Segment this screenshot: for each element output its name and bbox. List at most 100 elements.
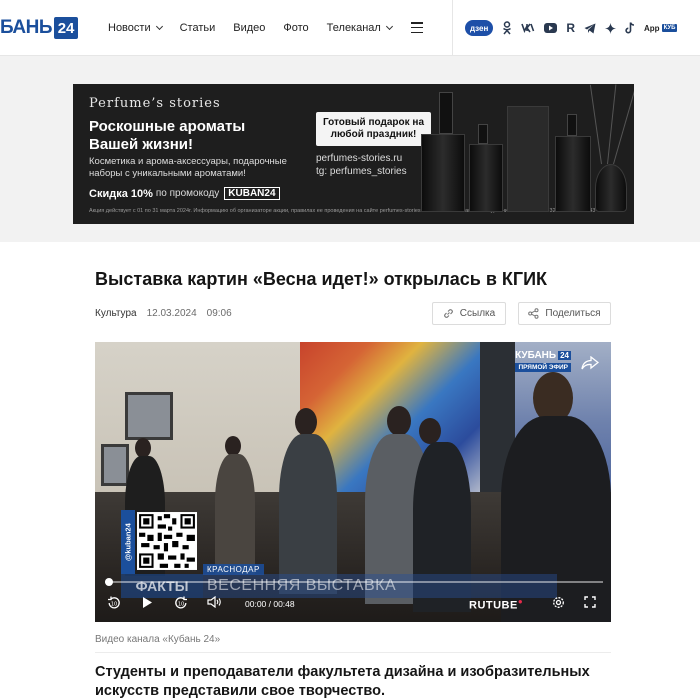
nav-item-photo[interactable]: Фото: [283, 22, 308, 34]
settings-button[interactable]: [552, 596, 565, 609]
forward-10-icon: 10: [175, 596, 187, 609]
share-label: Поделиться: [545, 308, 601, 319]
video-scene-person: [215, 454, 255, 574]
link-icon: [443, 309, 453, 318]
article-title: Выставка картин «Весна идет!» открылась …: [95, 269, 548, 289]
video-scene-person: [295, 408, 317, 436]
article-time: 09:06: [206, 308, 232, 319]
article-date: 12.03.2024: [146, 308, 197, 319]
site-logo[interactable]: БАНЬ 24: [0, 16, 79, 40]
forward-10-button[interactable]: 10: [174, 596, 188, 610]
rutube-logo-text: RUTUBE: [469, 599, 518, 612]
gear-icon: [553, 597, 564, 608]
qr-handle: @kuban24: [121, 510, 135, 574]
volume-icon: [207, 596, 221, 608]
video-scene-person: [135, 438, 151, 458]
nav-item-label: Новости: [108, 22, 151, 34]
ad-fine-print: Акция действует с 01 по 31 марта 2024г. …: [89, 208, 428, 214]
ad-promo-code: KUBAN24: [224, 187, 280, 200]
play-button[interactable]: [141, 596, 153, 609]
perfume-bottle: [469, 144, 503, 212]
article-category[interactable]: Культура: [95, 308, 137, 319]
ad-subtext: Косметика и арома-аксессуары, подарочные…: [89, 156, 309, 180]
banner-ad[interactable]: Perfume’s stories Роскошные ароматы Ваше…: [73, 84, 634, 224]
share-arrow-icon[interactable]: [581, 356, 599, 370]
nav-item-label: Статьи: [179, 22, 216, 34]
fullscreen-button[interactable]: [584, 596, 596, 608]
volume-button[interactable]: [207, 596, 222, 608]
perfume-bottle: [421, 134, 465, 212]
logo-text: БАНЬ: [0, 17, 53, 38]
vk-icon[interactable]: [521, 19, 535, 37]
video-progress-bar[interactable]: [105, 578, 603, 586]
site-header: БАНЬ 24 Новости Статьи Видео Фото Телека…: [0, 0, 700, 56]
ad-headline: Роскошные ароматы Вашей жизни!: [89, 118, 245, 154]
nav-item-tv[interactable]: Телеканал: [326, 22, 393, 34]
rutube-dot-icon: ●: [517, 597, 524, 606]
tiktok-icon[interactable]: [625, 19, 635, 37]
rutube-logo[interactable]: RUTUBE●: [469, 597, 523, 612]
nav-item-news[interactable]: Новости: [108, 22, 163, 34]
app-download-link[interactable]: App КУБ: [644, 19, 678, 37]
dzen-icon[interactable]: дзен: [465, 20, 494, 36]
video-source-label: Видео канала «Кубань 24»: [95, 634, 221, 645]
video-scene-person: [387, 406, 411, 436]
share-icon: [528, 308, 539, 319]
sparkle-icon[interactable]: [605, 19, 616, 37]
rutube-icon[interactable]: R: [566, 19, 575, 37]
video-player[interactable]: КУБАНЬ 24 ПРЯМОЙ ЭФИР @kuban24 КРАСНОДАР…: [95, 342, 611, 622]
video-scene-painting: [101, 444, 129, 486]
menu-icon[interactable]: [411, 22, 423, 33]
fullscreen-icon: [584, 596, 596, 608]
nav-item-video[interactable]: Видео: [233, 22, 265, 34]
channel-logo: КУБАНЬ 24: [515, 350, 571, 361]
copy-link-label: Ссылка: [459, 308, 496, 319]
bottle-cap: [439, 92, 453, 134]
diffuser-bottle: [595, 164, 627, 212]
app-label: App: [644, 23, 660, 33]
gift-box: [507, 106, 549, 212]
channel-watermark: КУБАНЬ 24 ПРЯМОЙ ЭФИР: [515, 350, 571, 372]
social-links: дзен R App КУБ: [465, 18, 686, 38]
article-lead: Студенты и преподаватели факультета диза…: [95, 664, 590, 699]
youtube-icon[interactable]: [544, 19, 558, 37]
chevron-down-icon: [155, 22, 163, 31]
channel-logo-number: 24: [558, 351, 571, 360]
rewind-10-button[interactable]: 10: [107, 596, 121, 610]
share-button[interactable]: Поделиться: [518, 302, 611, 325]
qr-code-icon: [137, 512, 197, 570]
ad-brand: Perfume’s stories: [89, 96, 221, 111]
ad-product-image: [403, 84, 634, 224]
video-controls: 10 10 00:00 / 00:48 RUTUBE●: [95, 590, 611, 618]
ad-promo-discount: Скидка 10%: [89, 187, 153, 200]
ad-headline-line: Роскошные ароматы: [89, 118, 246, 135]
content-divider: [95, 652, 611, 653]
video-progress-handle[interactable]: [105, 578, 113, 586]
telegram-icon[interactable]: [584, 19, 596, 37]
perfume-bottle: [555, 136, 591, 212]
play-icon: [143, 597, 152, 608]
copy-link-button[interactable]: Ссылка: [432, 302, 506, 325]
reed-stick: [589, 84, 602, 165]
ad-headline-line: Вашей жизни!: [89, 136, 193, 153]
nav-item-label: Телеканал: [326, 22, 381, 34]
ad-promo: Скидка 10% по промокоду KUBAN24: [89, 187, 280, 200]
rewind-10-icon: 10: [108, 596, 120, 609]
svg-text:10: 10: [111, 602, 117, 608]
nav-item-label: Видео: [233, 22, 266, 34]
article-meta: Культура 12.03.2024 09:06: [95, 308, 232, 319]
video-time: 00:00 / 00:48: [245, 599, 295, 609]
odnoklassniki-icon[interactable]: [502, 19, 512, 37]
live-badge: ПРЯМОЙ ЭФИР: [515, 363, 571, 372]
bottle-cap: [478, 124, 488, 144]
chevron-down-icon: [385, 22, 393, 31]
video-scene-person: [279, 434, 337, 594]
bottle-cap: [567, 114, 577, 136]
ad-subtext-line: Косметика и арома-аксессуары, подарочные: [89, 156, 287, 167]
ad-telegram: tg: perfumes_stories: [316, 166, 407, 177]
video-scene-person: [225, 436, 241, 456]
channel-logo-text: КУБАНЬ: [515, 350, 557, 361]
reed-stick: [607, 84, 617, 165]
nav-item-articles[interactable]: Статьи: [180, 22, 216, 34]
main-nav: Новости Статьи Видео Фото Телеканал: [108, 18, 410, 38]
